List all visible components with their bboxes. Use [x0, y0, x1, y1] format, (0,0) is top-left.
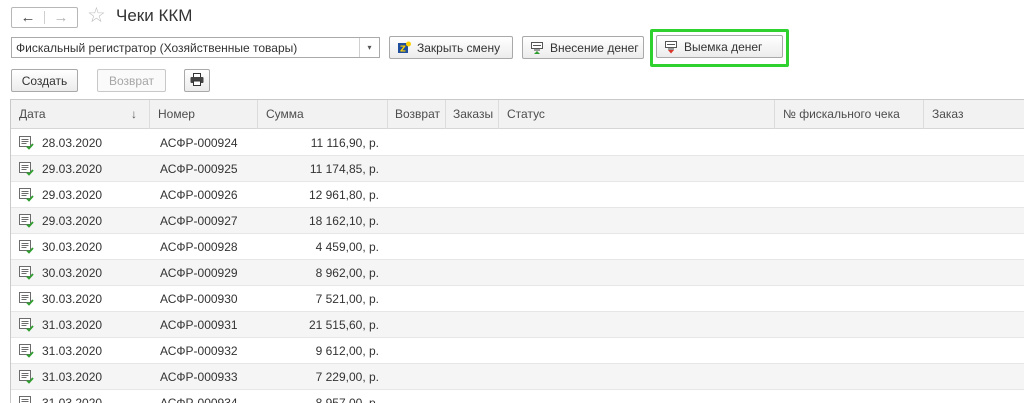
- cell-date: 29.03.2020: [42, 162, 103, 176]
- posted-document-icon: [19, 318, 34, 332]
- svg-text:Z: Z: [400, 44, 406, 53]
- cell-sum: 9 612,00, р.: [315, 344, 379, 358]
- table-row[interactable]: 30.03.2020 АСФР-000928 4 459,00, р.: [11, 234, 1024, 260]
- back-button[interactable]: ←: [12, 8, 44, 27]
- cell-date: 31.03.2020: [42, 396, 103, 403]
- cell-date: 28.03.2020: [42, 136, 103, 150]
- cell-date: 30.03.2020: [42, 292, 103, 306]
- dropdown-arrow-icon[interactable]: ▾: [359, 38, 379, 57]
- column-header-date[interactable]: Дата ↓: [11, 100, 150, 129]
- column-header-sum[interactable]: Сумма: [258, 100, 388, 129]
- cell-number: АСФР-000934: [160, 396, 238, 403]
- posted-document-icon: [19, 240, 34, 254]
- cash-register-deposit-icon: [530, 41, 544, 55]
- column-header-order[interactable]: Заказ: [924, 100, 1024, 129]
- table-header: Дата ↓ Номер Сумма Возврат Заказы Статус…: [11, 100, 1024, 129]
- fiscal-register-select[interactable]: Фискальный регистратор (Хозяйственные то…: [11, 37, 380, 58]
- arrow-left-icon: ←: [20, 9, 36, 26]
- cell-number: АСФР-000929: [160, 266, 238, 280]
- column-header-number[interactable]: Номер: [150, 100, 258, 129]
- cell-number: АСФР-000931: [160, 318, 238, 332]
- close-shift-button[interactable]: Z Закрыть смену: [389, 36, 513, 59]
- column-header-status[interactable]: Статус: [499, 100, 775, 129]
- cell-sum: 7 521,00, р.: [315, 292, 379, 306]
- cell-number: АСФР-000932: [160, 344, 238, 358]
- posted-document-icon: [19, 266, 34, 280]
- forward-button[interactable]: →: [45, 8, 77, 27]
- arrow-right-icon: →: [53, 9, 69, 26]
- column-header-return[interactable]: Возврат: [388, 100, 446, 129]
- cell-date: 31.03.2020: [42, 344, 103, 358]
- column-header-orders[interactable]: Заказы: [446, 100, 499, 129]
- create-label: Создать: [21, 73, 68, 88]
- close-shift-label: Закрыть смену: [417, 40, 501, 55]
- cell-sum: 8 962,00, р.: [315, 266, 379, 280]
- table-row[interactable]: 31.03.2020 АСФР-000932 9 612,00, р.: [11, 338, 1024, 364]
- cell-sum: 4 459,00, р.: [315, 240, 379, 254]
- cell-sum: 7 229,00, р.: [315, 370, 379, 384]
- table-row[interactable]: 29.03.2020 АСФР-000926 12 961,80, р.: [11, 182, 1024, 208]
- table-row[interactable]: 29.03.2020 АСФР-000927 18 162,10, р.: [11, 208, 1024, 234]
- posted-document-icon: [19, 136, 34, 150]
- create-button[interactable]: Создать: [11, 69, 78, 92]
- fiscal-register-value: Фискальный регистратор (Хозяйственные то…: [16, 41, 298, 55]
- receipts-table: Дата ↓ Номер Сумма Возврат Заказы Статус…: [10, 99, 1024, 403]
- cell-number: АСФР-000927: [160, 214, 238, 228]
- cell-date: 29.03.2020: [42, 214, 103, 228]
- posted-document-icon: [19, 344, 34, 358]
- print-button[interactable]: [184, 69, 210, 92]
- cell-number: АСФР-000930: [160, 292, 238, 306]
- cell-sum: 8 957,00, р.: [315, 396, 379, 403]
- cell-sum: 11 174,85, р.: [309, 162, 379, 176]
- posted-document-icon: [19, 214, 34, 228]
- table-row[interactable]: 31.03.2020 АСФР-000934 8 957,00, р.: [11, 390, 1024, 403]
- cell-sum: 21 515,60, р.: [308, 318, 379, 332]
- column-header-fiscal-number[interactable]: № фискального чека: [775, 100, 924, 129]
- navigation-buttons: ← →: [11, 7, 78, 28]
- return-button[interactable]: Возврат: [97, 69, 166, 92]
- deposit-money-button[interactable]: Внесение денег: [522, 36, 644, 59]
- table-row[interactable]: 28.03.2020 АСФР-000924 11 116,90, р.: [11, 130, 1024, 156]
- cell-sum: 12 961,80, р.: [308, 188, 379, 202]
- return-label: Возврат: [109, 73, 154, 88]
- cell-number: АСФР-000928: [160, 240, 238, 254]
- cell-number: АСФР-000924: [160, 136, 238, 150]
- cell-sum: 11 116,90, р.: [310, 136, 379, 150]
- cell-date: 31.03.2020: [42, 370, 103, 384]
- printer-icon: [190, 72, 204, 89]
- table-row[interactable]: 31.03.2020 АСФР-000931 21 515,60, р.: [11, 312, 1024, 338]
- posted-document-icon: [19, 396, 34, 403]
- cell-date: 30.03.2020: [42, 266, 103, 280]
- close-shift-icon: Z: [397, 41, 411, 55]
- table-row[interactable]: 30.03.2020 АСФР-000929 8 962,00, р.: [11, 260, 1024, 286]
- deposit-money-label: Внесение денег: [550, 40, 639, 55]
- posted-document-icon: [19, 370, 34, 384]
- title-bar: ← → ☆ Чеки ККМ: [0, 0, 1024, 34]
- table-row[interactable]: 29.03.2020 АСФР-000925 11 174,85, р.: [11, 156, 1024, 182]
- column-header-date-label: Дата: [19, 107, 46, 121]
- cell-date: 29.03.2020: [42, 188, 103, 202]
- cell-date: 30.03.2020: [42, 240, 103, 254]
- cell-number: АСФР-000925: [160, 162, 238, 176]
- page-title: Чеки ККМ: [116, 6, 193, 25]
- table-row[interactable]: 30.03.2020 АСФР-000930 7 521,00, р.: [11, 286, 1024, 312]
- cell-number: АСФР-000926: [160, 188, 238, 202]
- posted-document-icon: [19, 188, 34, 202]
- sort-descending-icon[interactable]: ↓: [131, 100, 137, 129]
- cell-sum: 18 162,10, р.: [308, 214, 379, 228]
- favorite-star-icon[interactable]: ☆: [87, 4, 106, 28]
- cell-date: 31.03.2020: [42, 318, 103, 332]
- table-row[interactable]: 31.03.2020 АСФР-000933 7 229,00, р.: [11, 364, 1024, 390]
- posted-document-icon: [19, 292, 34, 306]
- highlight-frame: [650, 29, 789, 67]
- posted-document-icon: [19, 162, 34, 176]
- cell-number: АСФР-000933: [160, 370, 238, 384]
